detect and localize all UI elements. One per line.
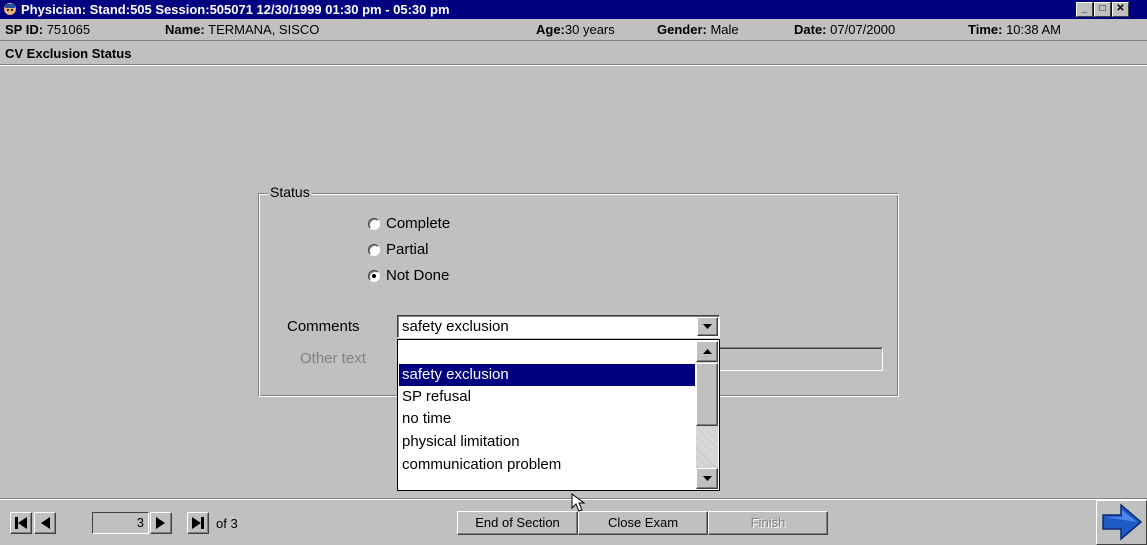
previous-page-button[interactable]: [34, 512, 56, 534]
dropdown-button[interactable]: [697, 317, 718, 336]
radio-indicator[interactable]: [368, 270, 380, 282]
age-label: Age:: [536, 22, 565, 37]
end-of-section-button[interactable]: End of Section: [457, 511, 578, 535]
scroll-thumb[interactable]: [696, 363, 718, 426]
section-title: CV Exclusion Status: [5, 46, 132, 61]
age-value: 30 years: [564, 22, 615, 37]
comments-value: safety exclusion: [402, 318, 509, 335]
date-value: 07/07/2000: [830, 22, 896, 37]
radio-indicator[interactable]: [368, 218, 380, 230]
name-label: Name:: [165, 22, 205, 37]
comments-label: Comments: [287, 318, 360, 335]
scroll-up-button[interactable]: [696, 341, 718, 362]
list-item[interactable]: communication problem: [399, 454, 695, 476]
other-text-label: Other text: [300, 350, 366, 367]
finish-button[interactable]: Finish: [708, 511, 828, 535]
next-icon: [156, 517, 165, 529]
radio-label: Complete: [386, 215, 451, 232]
section-divider: [0, 64, 1147, 66]
arrow-down-icon: [703, 476, 712, 481]
maximize-button[interactable]: □: [1094, 2, 1111, 17]
mouse-cursor-icon: [571, 493, 586, 512]
other-text-field[interactable]: [700, 347, 883, 371]
time-value: 10:38 AM: [1006, 22, 1061, 37]
list-item-blank[interactable]: [399, 341, 695, 363]
participant-info-bar: SP ID: 751065 Name: TERMANA, SISCO Age:3…: [0, 19, 1147, 41]
close-exam-button[interactable]: Close Exam: [578, 511, 708, 535]
previous-icon: [41, 517, 50, 529]
next-section-button[interactable]: [1096, 500, 1147, 545]
list-item[interactable]: safety exclusion: [399, 364, 695, 386]
radio-indicator[interactable]: [368, 244, 380, 256]
sp-id-value: 751065: [46, 22, 91, 37]
app-icon: [4, 3, 16, 15]
arrow-up-icon: [703, 349, 712, 354]
status-legend: Status: [268, 184, 312, 200]
time-label: Time:: [968, 22, 1003, 37]
name-value: TERMANA, SISCO: [208, 22, 320, 37]
gender-label: Gender:: [657, 22, 707, 37]
list-item[interactable]: physical limitation: [399, 431, 695, 453]
page-count-label: of 3: [216, 516, 238, 531]
window-title: Physician: Stand:505 Session:505071 12/3…: [21, 2, 450, 17]
chevron-down-icon: [703, 324, 712, 329]
close-button[interactable]: ✕: [1112, 2, 1129, 17]
window-titlebar[interactable]: Physician: Stand:505 Session:505071 12/3…: [0, 0, 1147, 19]
last-page-button[interactable]: [187, 512, 209, 534]
last-page-icon: [192, 517, 204, 529]
radio-label: Partial: [386, 241, 429, 258]
next-page-button[interactable]: [150, 512, 172, 534]
comments-dropdown-list[interactable]: safety exclusion SP refusal no time phys…: [397, 339, 720, 491]
arrow-right-icon: [1102, 503, 1143, 541]
list-scrollbar[interactable]: [696, 341, 718, 489]
radio-label: Not Done: [386, 267, 450, 284]
date-label: Date:: [794, 22, 827, 37]
first-page-button[interactable]: [10, 512, 32, 534]
page-number-field[interactable]: 3: [92, 512, 149, 534]
first-page-icon: [15, 517, 27, 529]
scroll-down-button[interactable]: [696, 468, 718, 489]
gender-value: Male: [710, 22, 739, 37]
list-item[interactable]: SP refusal: [399, 386, 695, 408]
comments-combobox[interactable]: safety exclusion: [397, 315, 720, 338]
list-item[interactable]: no time: [399, 408, 695, 430]
minimize-button[interactable]: _: [1076, 2, 1093, 17]
sp-id-label: SP ID:: [5, 22, 44, 37]
